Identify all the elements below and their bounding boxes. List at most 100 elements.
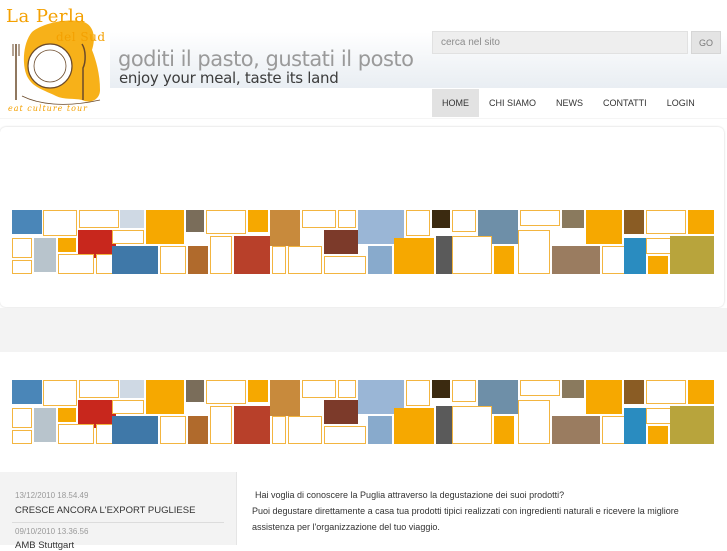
mosaic-tile [302, 210, 336, 228]
mosaic-tile [58, 238, 76, 252]
mosaic-tile [112, 230, 144, 244]
mosaic-tile [79, 380, 119, 398]
photo-tile [112, 246, 158, 274]
photo-tile [670, 236, 714, 274]
mosaic-tile [452, 236, 492, 274]
mosaic-tile [58, 424, 94, 444]
mosaic-tile [406, 210, 430, 236]
photo-tile [624, 238, 646, 274]
photo-tile [120, 210, 144, 228]
mosaic-tile [494, 246, 514, 274]
logo-line-1: La Perla [6, 6, 86, 27]
photo-tile [624, 380, 644, 404]
news-date: 13/12/2010 18.54.49 [15, 491, 89, 500]
photo-tile [12, 380, 42, 404]
news-sidebar: 13/12/2010 18.54.49 CRESCE ANCORA L'EXPO… [0, 472, 236, 551]
nav-item-contatti[interactable]: CONTATTI [593, 89, 657, 117]
mosaic-tile [58, 408, 76, 422]
mosaic-tile [338, 210, 356, 228]
mosaic-tile [324, 256, 366, 274]
photo-tile [552, 246, 600, 274]
mosaic-tile [12, 430, 32, 444]
mosaic-tile [406, 380, 430, 406]
intro-line: assistenza per l'organizzazione del tuo … [252, 522, 440, 532]
mosaic-tile [452, 210, 476, 232]
mosaic-tile [160, 416, 186, 444]
mosaic-tile [43, 380, 77, 406]
mosaic-tile [586, 210, 622, 244]
photo-tile [234, 236, 270, 274]
mosaic-tile [648, 256, 668, 274]
search-input[interactable] [432, 31, 688, 54]
gray-band [0, 308, 727, 352]
photo-tile [552, 416, 600, 444]
mosaic-tile [248, 380, 268, 402]
photo-tile [34, 408, 56, 442]
photo-tile [34, 238, 56, 272]
photo-tile [436, 406, 452, 444]
photo-tile [436, 236, 452, 274]
mosaic-tile [452, 406, 492, 444]
photo-tile [432, 380, 450, 398]
mosaic-tile [520, 380, 560, 396]
news-title-link[interactable]: CRESCE ANCORA L'EXPORT PUGLIESE [15, 505, 195, 516]
mosaic-tile [58, 254, 94, 274]
mosaic-tile [648, 426, 668, 444]
site-logo[interactable]: La Perla del Sud eat culture tour [4, 4, 108, 116]
photo-tile [624, 210, 644, 234]
photo-tile [12, 210, 42, 234]
mosaic-tile [688, 380, 714, 404]
mosaic-tile [520, 210, 560, 226]
mosaic-tile [394, 408, 434, 444]
news-divider [12, 522, 224, 523]
mosaic-tile [302, 380, 336, 398]
mosaic-tile [518, 230, 550, 274]
main-nav: HOME CHI SIAMO NEWS CONTATTI LOGIN [432, 89, 705, 117]
intro-text: Hai voglia di conoscere la Puglia attrav… [252, 487, 712, 535]
photo-tile [432, 210, 450, 228]
mosaic-tile [646, 380, 686, 404]
photo-tile [368, 246, 392, 274]
mosaic-tile [518, 400, 550, 444]
mosaic-tile [288, 416, 322, 444]
mosaic-tile [79, 210, 119, 228]
news-date: 09/10/2010 13.36.56 [15, 527, 89, 536]
mosaic-tile [206, 380, 246, 404]
search-go-button[interactable]: GO [691, 31, 721, 54]
mosaic-tile [338, 380, 356, 398]
tagline-english: enjoy your meal, taste its land [119, 69, 339, 87]
photo-tile [112, 416, 158, 444]
mosaic-tile [288, 246, 322, 274]
mosaic-tile [452, 380, 476, 402]
photo-tile [562, 210, 584, 228]
nav-item-home[interactable]: HOME [432, 89, 479, 117]
photo-tile [120, 380, 144, 398]
mosaic-tile [160, 246, 186, 274]
mosaic-tile [12, 408, 32, 428]
intro-line: Hai voglia di conoscere la Puglia attrav… [255, 490, 565, 500]
photo-tile [670, 406, 714, 444]
tagline-italian: goditi il pasto, gustati il posto [118, 47, 414, 71]
mosaic-tile [394, 238, 434, 274]
mosaic-tile [12, 260, 32, 274]
mosaic-tile [272, 246, 286, 274]
mosaic-tile [646, 210, 686, 234]
mosaic-tile [324, 426, 366, 444]
photo-tile [324, 400, 358, 424]
photo-tile [188, 246, 208, 274]
nav-item-chi-siamo[interactable]: CHI SIAMO [479, 89, 546, 117]
mosaic-tile [112, 400, 144, 414]
nav-item-login[interactable]: LOGIN [657, 89, 705, 117]
mosaic-tile [248, 210, 268, 232]
news-title-link[interactable]: AMB Stuttgart [15, 540, 74, 551]
mosaic-tile [688, 210, 714, 234]
mosaic-tile [206, 210, 246, 234]
mosaic-tile [146, 380, 184, 414]
mosaic-tile [12, 238, 32, 258]
photo-tile [188, 416, 208, 444]
photo-banner-main [0, 127, 724, 307]
photo-tile [234, 406, 270, 444]
intro-line: Puoi degustare direttamente a casa tua p… [252, 506, 679, 516]
nav-item-news[interactable]: NEWS [546, 89, 593, 117]
mosaic-tile [210, 406, 232, 444]
